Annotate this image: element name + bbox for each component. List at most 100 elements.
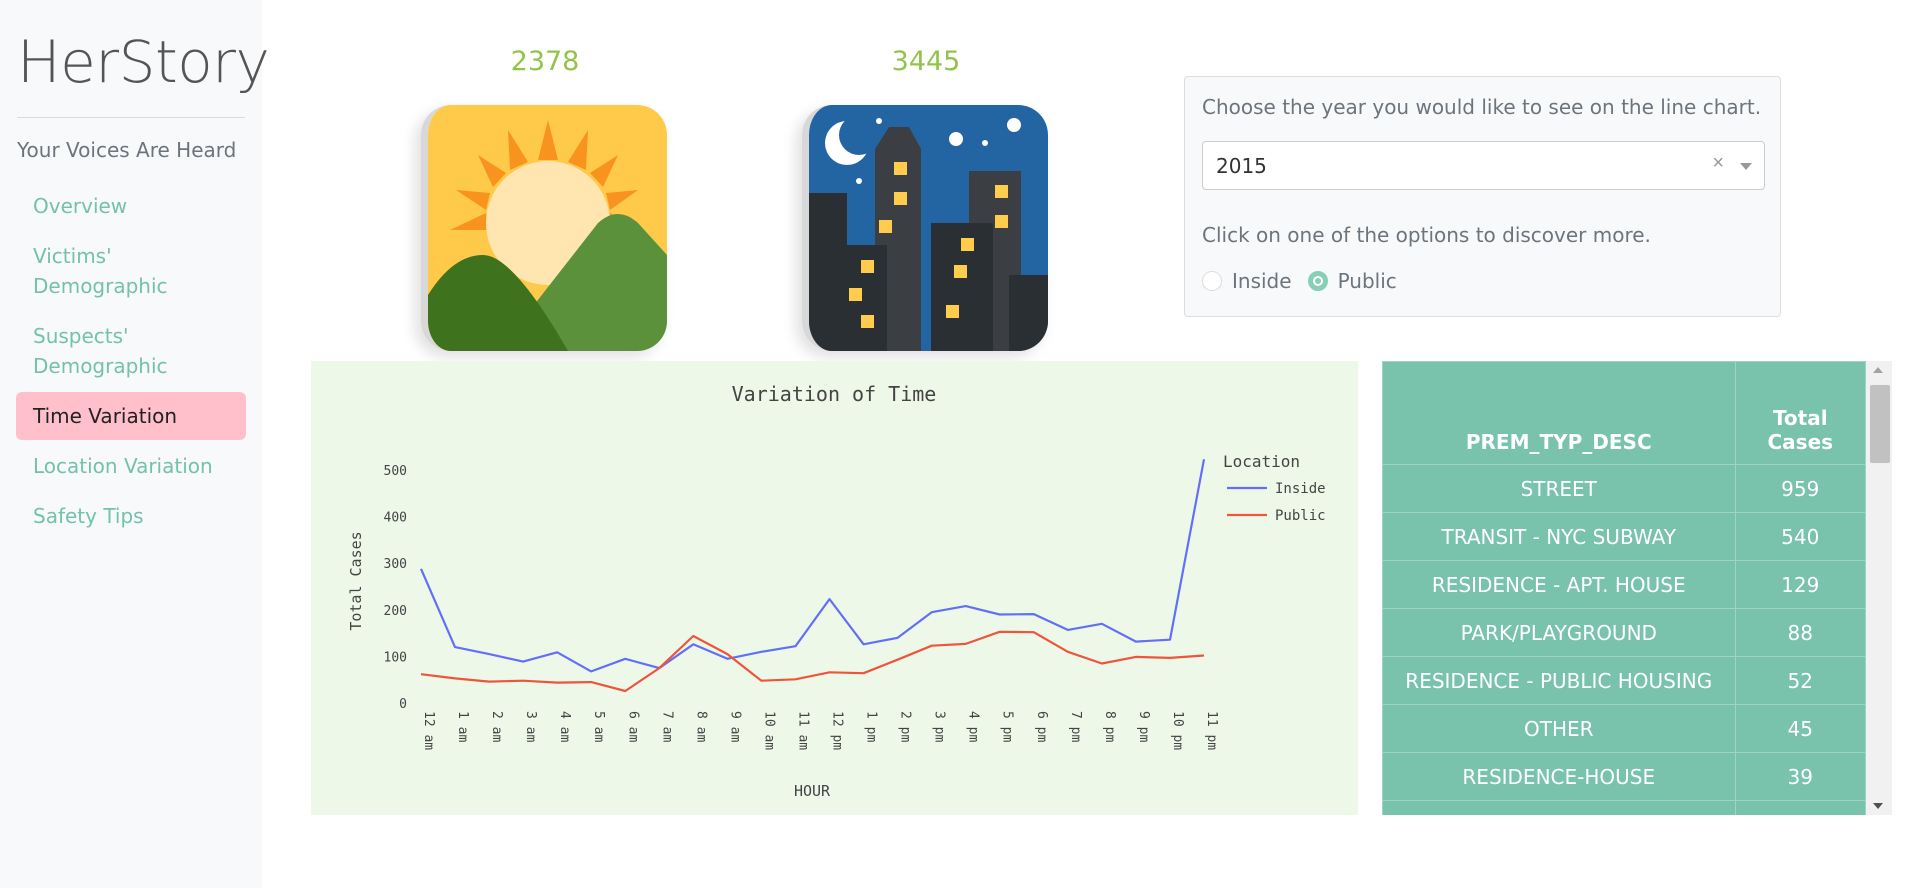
night-with-stars-icon[interactable]	[802, 105, 1048, 351]
x-tick-label: 4 am	[557, 711, 572, 742]
table-cell-premises: OTHER	[1382, 704, 1736, 753]
sidebar-nav: Overview Victims' Demographic Suspects' …	[16, 182, 246, 542]
radio-inside[interactable]: Inside	[1202, 269, 1292, 293]
table-cell-premises: TRANSIT - NYC SUBWAY	[1382, 512, 1736, 561]
table-scrollbar[interactable]	[1866, 361, 1892, 815]
y-tick-label: 400	[384, 511, 407, 526]
table-header-premises[interactable]: PREM_TYP_DESC	[1382, 361, 1736, 465]
nav-item-victims-demographic[interactable]: Victims' Demographic	[16, 232, 246, 310]
table-row: PARK/PLAYGROUND 88	[1382, 608, 1867, 657]
sidebar: HerStory Your Voices Are Heard Overview …	[0, 0, 270, 888]
series-line-public	[420, 630, 1205, 693]
sunrise-over-mountains-icon[interactable]	[421, 105, 667, 351]
scrollbar-thumb[interactable]	[1870, 385, 1890, 463]
x-tick-label: 4 pm	[966, 711, 981, 742]
table-cell-count: 45	[1734, 704, 1867, 753]
table-row: TRANSIT - NYC SUBWAY 540	[1382, 512, 1867, 561]
x-tick-label: 11 am	[795, 711, 810, 750]
nav-item-suspects-demographic[interactable]: Suspects' Demographic	[16, 312, 246, 390]
y-tick-label: 200	[384, 604, 407, 619]
x-tick-label: 5 am	[591, 711, 606, 742]
legend-label-inside: Inside	[1275, 481, 1326, 497]
table-cell-count: 959	[1734, 464, 1867, 513]
y-axis-title: Total Cases	[347, 531, 365, 630]
radio-inside-label: Inside	[1232, 269, 1292, 293]
table-cell-premises: BUS (NYC TRANSIT)	[1382, 800, 1736, 815]
chart-title: Variation of Time	[732, 382, 937, 406]
x-tick-label: 12 am	[421, 711, 436, 750]
year-value: 2015	[1216, 154, 1267, 178]
table-header-row: PREM_TYP_DESC Total Cases	[1382, 361, 1867, 465]
x-tick-label: 1 am	[455, 711, 470, 742]
location-radio-group: Inside Public	[1202, 269, 1413, 293]
table-row: RESIDENCE-HOUSE 39	[1382, 752, 1867, 801]
brand-title: HerStory	[17, 28, 270, 96]
x-tick-label: 3 am	[523, 711, 538, 742]
nav-item-location-variation[interactable]: Location Variation	[16, 442, 246, 490]
table-cell-count: 540	[1734, 512, 1867, 561]
year-prompt: Choose the year you would like to see on…	[1202, 95, 1762, 119]
premises-table: PREM_TYP_DESC Total Cases STREET 959 TRAN…	[1382, 361, 1867, 815]
table-cell-count: 39	[1734, 752, 1867, 801]
x-tick-label: 2 am	[489, 711, 504, 742]
radio-inside-dot[interactable]	[1202, 271, 1222, 291]
x-tick-label: 8 pm	[1102, 711, 1117, 742]
y-tick-label: 300	[384, 557, 407, 572]
x-tick-label: 2 pm	[898, 711, 913, 742]
scroll-down-icon[interactable]	[1873, 803, 1883, 809]
night-count: 3445	[891, 46, 961, 77]
table-cell-count: 88	[1734, 608, 1867, 657]
x-axis-title: HOUR	[794, 782, 831, 800]
table-cell-premises: PARK/PLAYGROUND	[1382, 608, 1736, 657]
series-line-inside	[419, 459, 1206, 673]
radio-public-dot[interactable]	[1307, 271, 1328, 291]
x-tick-label: 6 am	[625, 711, 640, 742]
x-tick-label: 6 pm	[1034, 711, 1049, 742]
legend-title: Location	[1223, 452, 1300, 471]
table-cell-count: 23	[1734, 800, 1867, 815]
chevron-down-icon[interactable]	[1740, 163, 1752, 170]
brand-divider	[17, 117, 245, 118]
legend-label-public: Public	[1275, 508, 1326, 524]
table-row: STREET 959	[1382, 464, 1867, 513]
nav-item-time-variation[interactable]: Time Variation	[16, 392, 246, 440]
table-row: BUS (NYC TRANSIT)23	[1382, 800, 1867, 815]
table-cell-premises: RESIDENCE-HOUSE	[1382, 752, 1736, 801]
options-hint: Click on one of the options to discover …	[1202, 223, 1651, 247]
table-row: RESIDENCE - PUBLIC HOUSING 52	[1382, 656, 1867, 705]
time-variation-chart[interactable]: Variation of Time 0 100 200 300 400 500 12 am 1 …	[311, 361, 1358, 815]
table-cell-count: 52	[1734, 656, 1867, 705]
x-tick-label: 7 am	[659, 711, 674, 742]
x-tick-label: 10 pm	[1170, 711, 1185, 750]
y-tick-label: 0	[399, 697, 407, 712]
tagline: Your Voices Are Heard	[17, 138, 237, 162]
table-cell-count: 129	[1734, 560, 1867, 609]
table-header-total-cases[interactable]: Total Cases	[1734, 361, 1867, 465]
x-tick-label: 11 pm	[1204, 711, 1219, 750]
x-tick-label: 1 pm	[864, 711, 879, 742]
radio-public[interactable]: Public	[1307, 269, 1397, 293]
x-tick-label: 7 pm	[1068, 711, 1083, 742]
table-cell-premises: STREET	[1382, 464, 1736, 513]
y-tick-label: 100	[384, 650, 407, 665]
nav-item-overview[interactable]: Overview	[16, 182, 246, 230]
table-row: RESIDENCE - APT. HOUSE 129	[1382, 560, 1867, 609]
premises-table-container[interactable]: PREM_TYP_DESC Total Cases STREET 959 TRAN…	[1382, 361, 1892, 815]
x-tick-label: 8 am	[693, 711, 708, 742]
y-tick-label: 500	[384, 464, 407, 479]
x-tick-label: 5 pm	[1000, 711, 1015, 742]
table-row: OTHER 45	[1382, 704, 1867, 753]
year-dropdown[interactable]: 2015 ×	[1202, 141, 1765, 190]
x-tick-label: 9 pm	[1136, 711, 1151, 742]
scroll-up-icon[interactable]	[1873, 367, 1883, 373]
x-tick-label: 9 am	[727, 711, 742, 742]
x-tick-label: 12 pm	[830, 711, 845, 750]
day-count: 2378	[510, 46, 580, 77]
radio-public-label: Public	[1337, 269, 1397, 293]
controls-card: Choose the year you would like to see on…	[1184, 76, 1781, 317]
nav-item-safety-tips[interactable]: Safety Tips	[16, 492, 246, 540]
clear-icon[interactable]: ×	[1712, 152, 1724, 175]
time-variation-chart-panel: Variation of Time 0 100 200 300 400 500 12 am 1 …	[311, 361, 1358, 815]
x-tick-label: 10 am	[761, 711, 776, 750]
table-cell-premises: RESIDENCE - PUBLIC HOUSING	[1382, 656, 1736, 705]
